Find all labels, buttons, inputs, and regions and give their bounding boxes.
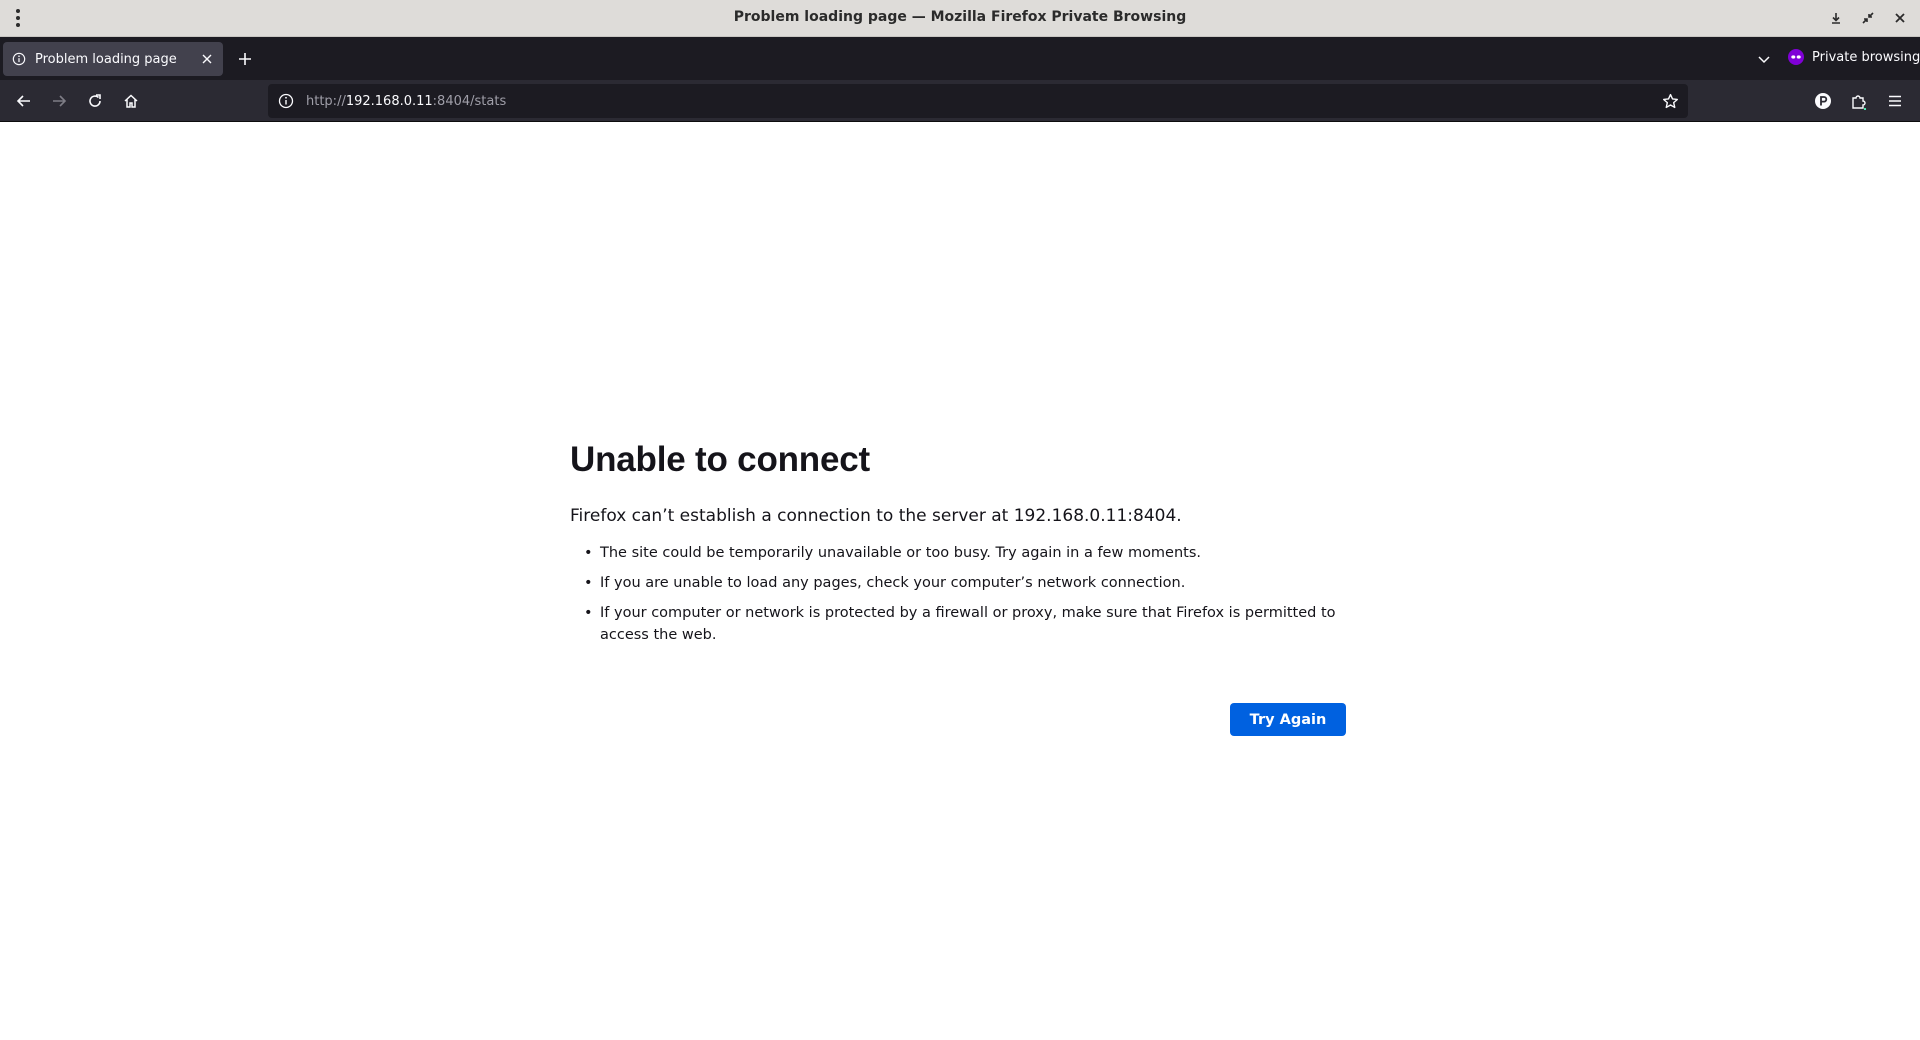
window-titlebar: Problem loading page — Mozilla Firefox P… bbox=[0, 0, 1920, 37]
reload-button[interactable] bbox=[79, 85, 111, 117]
hamburger-menu-icon bbox=[1889, 95, 1901, 107]
puzzle-piece-icon bbox=[1852, 95, 1867, 110]
minimize-button[interactable] bbox=[1822, 6, 1850, 30]
try-again-button[interactable]: Try Again bbox=[1230, 703, 1346, 736]
list-all-tabs-button[interactable] bbox=[1752, 47, 1776, 71]
tab-close-button[interactable] bbox=[197, 49, 217, 69]
private-browsing-label: Private browsing bbox=[1812, 49, 1920, 65]
private-mask-icon bbox=[1788, 49, 1804, 65]
info-icon bbox=[278, 93, 294, 109]
forward-arrow-icon bbox=[53, 95, 67, 107]
back-arrow-icon bbox=[16, 95, 30, 107]
url-host: 192.168.0.11 bbox=[345, 93, 433, 109]
app-menu-button[interactable] bbox=[1879, 85, 1911, 117]
tab-strip: Problem loading page Private browsing bbox=[0, 37, 1920, 80]
close-window-button[interactable] bbox=[1886, 6, 1914, 30]
navigation-toolbar: http://192.168.0.11:8404/stats bbox=[0, 80, 1920, 122]
address-bar[interactable]: http://192.168.0.11:8404/stats bbox=[268, 84, 1688, 118]
error-suggestions-list: The site could be temporarily unavailabl… bbox=[570, 542, 1346, 646]
chevron-down-icon bbox=[1758, 56, 1770, 64]
extensions-button[interactable] bbox=[1843, 85, 1875, 117]
list-item: The site could be temporarily unavailabl… bbox=[570, 542, 1346, 564]
star-icon bbox=[1662, 93, 1678, 108]
list-item: If your computer or network is protected… bbox=[570, 602, 1346, 646]
back-button[interactable] bbox=[8, 85, 40, 117]
error-page: Unable to connect Firefox can’t establis… bbox=[570, 440, 1346, 736]
minimize-icon bbox=[1832, 13, 1840, 24]
list-item: If you are unable to load any pages, che… bbox=[570, 572, 1346, 594]
tab-problem-loading-page[interactable]: Problem loading page bbox=[3, 42, 223, 76]
url-scheme: http:// bbox=[306, 93, 346, 109]
restore-button[interactable] bbox=[1854, 6, 1882, 30]
url-text[interactable]: http://192.168.0.11:8404/stats bbox=[306, 94, 506, 109]
close-icon bbox=[202, 54, 212, 64]
site-identity-button[interactable] bbox=[274, 89, 298, 113]
url-path: :8404/stats bbox=[432, 93, 507, 109]
restore-icon bbox=[1862, 12, 1874, 24]
new-tab-button[interactable] bbox=[233, 47, 257, 71]
bookmark-page-button[interactable] bbox=[1658, 89, 1682, 113]
reload-icon bbox=[89, 94, 101, 107]
error-description: Firefox can’t establish a connection to … bbox=[570, 506, 1182, 526]
home-button[interactable] bbox=[115, 85, 147, 117]
window-controls bbox=[1822, 6, 1914, 30]
private-browsing-indicator: Private browsing bbox=[1788, 49, 1920, 65]
error-title: Unable to connect bbox=[570, 440, 870, 479]
firefox-account-button[interactable] bbox=[1807, 85, 1839, 117]
forward-button[interactable] bbox=[43, 85, 75, 117]
info-icon bbox=[12, 52, 26, 66]
home-icon bbox=[124, 94, 138, 108]
tab-title: Problem loading page bbox=[35, 51, 177, 67]
close-icon bbox=[1895, 13, 1905, 23]
plus-icon bbox=[239, 53, 251, 65]
window-title: Problem loading page — Mozilla Firefox P… bbox=[733, 9, 1187, 25]
account-avatar-icon bbox=[1815, 93, 1831, 109]
